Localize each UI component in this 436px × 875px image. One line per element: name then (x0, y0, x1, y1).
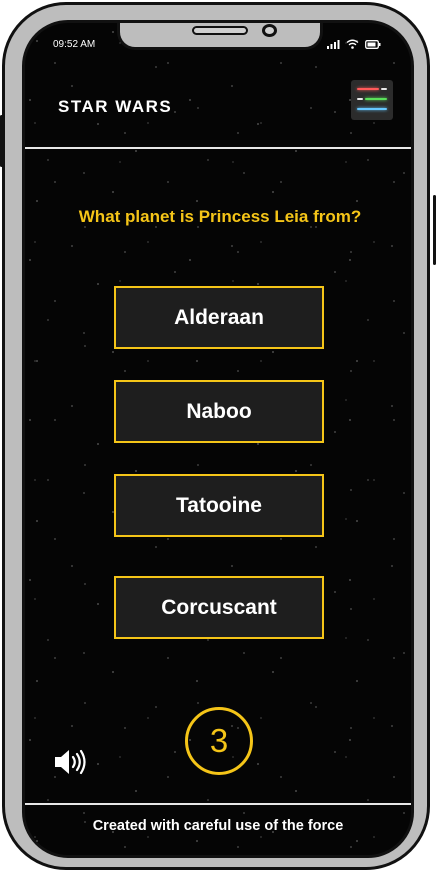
answer-button[interactable]: Alderaan (114, 286, 324, 349)
front-camera (262, 24, 277, 37)
answer-button[interactable]: Naboo (114, 380, 324, 443)
countdown-timer: 3 (185, 707, 253, 775)
battery-icon (365, 39, 381, 49)
answer-button[interactable]: Tatooine (114, 474, 324, 537)
footer-credit: Created with careful use of the force (92, 818, 344, 834)
phone-notch (117, 23, 323, 50)
sound-toggle-button[interactable] (53, 747, 89, 777)
status-time: 09:52 AM (53, 39, 96, 50)
menu-button[interactable] (351, 80, 393, 120)
earpiece-speaker (192, 26, 248, 35)
signal-icon (327, 39, 340, 49)
footer-divider (25, 803, 411, 805)
app-screen: 09:52 AM STAR WARS What planet is Prince… (22, 20, 414, 858)
wifi-icon (346, 39, 359, 49)
answer-button[interactable]: Corcuscant (114, 576, 324, 639)
quiz-question: What planet is Princess Leia from? (78, 207, 362, 226)
header-divider (25, 147, 411, 149)
app-logo: STAR WARS (58, 97, 173, 116)
speaker-volume-icon (55, 749, 86, 775)
status-icons (327, 39, 381, 49)
phone-side-button (0, 115, 3, 167)
